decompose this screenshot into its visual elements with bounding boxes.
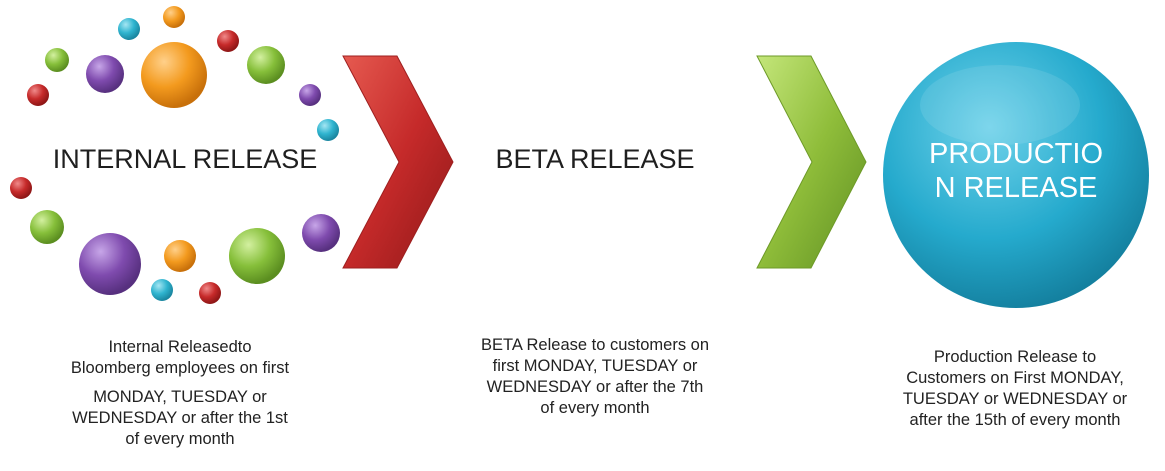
bubble-red <box>27 84 49 106</box>
production-release-caption: Production Release to Customers on First… <box>865 347 1165 431</box>
green-chevron-arrow <box>756 55 867 269</box>
bubble-orange-large <box>141 42 207 108</box>
production-circle-highlight <box>920 65 1080 145</box>
bubble-purple-large <box>79 233 141 295</box>
bubble-green <box>30 210 64 244</box>
bubble-orange <box>164 240 196 272</box>
caption-line: WEDNESDAY or after the 1st <box>72 409 288 427</box>
beta-release-title: BETA RELEASE <box>495 144 695 174</box>
beta-release-caption: BETA Release to customers on first MONDA… <box>445 335 745 419</box>
bubble-green <box>247 46 285 84</box>
bubble-red <box>199 282 221 304</box>
bubble-teal <box>151 279 173 301</box>
caption-line: of every month <box>540 399 650 417</box>
caption-line: Internal Releasedto <box>108 338 252 356</box>
caption-line: Customers on First MONDAY, <box>906 369 1124 387</box>
production-title-line2: N RELEASE <box>934 172 1098 204</box>
red-chevron-arrow <box>342 55 454 269</box>
internal-release-title: INTERNAL RELEASE <box>52 144 318 174</box>
caption-line: WEDNESDAY or after the 7th <box>486 378 704 396</box>
caption-line: BETA Release to customers on <box>480 336 710 354</box>
bubble-red <box>217 30 239 52</box>
caption-line: of every month <box>125 430 235 448</box>
bubble-green <box>45 48 69 72</box>
bubble-purple <box>86 55 124 93</box>
bubble-teal <box>317 119 339 141</box>
internal-release-caption: Internal Releasedto Bloomberg employees … <box>30 337 330 450</box>
caption-line: Bloomberg employees on first <box>70 359 290 377</box>
bubble-teal <box>118 18 140 40</box>
bubble-green-large <box>229 228 285 284</box>
caption-line: MONDAY, TUESDAY or <box>93 388 267 406</box>
caption-line: Production Release to <box>933 348 1097 366</box>
production-title-line1: PRODUCTIO <box>929 138 1103 170</box>
bubble-purple <box>302 214 340 252</box>
caption-line: first MONDAY, TUESDAY or <box>492 357 698 375</box>
caption-line: after the 15th of every month <box>909 411 1121 429</box>
production-release-title: PRODUCTIO N RELEASE <box>906 137 1126 205</box>
caption-line: TUESDAY or WEDNESDAY or <box>902 390 1128 408</box>
bubble-purple <box>299 84 321 106</box>
bubble-red <box>10 177 32 199</box>
bubble-orange <box>163 6 185 28</box>
